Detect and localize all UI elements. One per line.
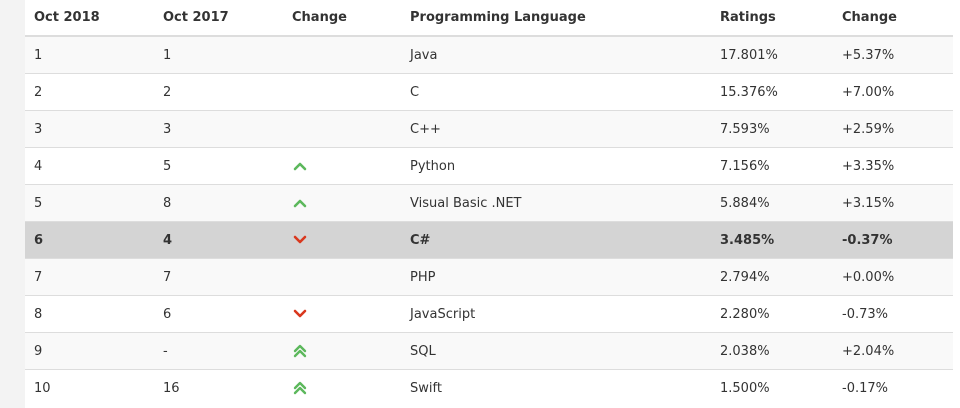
table-row: 6 4 C# 3.485% -0.37% bbox=[25, 221, 953, 259]
trend-cell bbox=[283, 258, 401, 296]
table-row: 8 6 JavaScript 2.280% -0.73% bbox=[25, 295, 953, 333]
rank-2018-cell: 4 bbox=[25, 147, 154, 185]
chevron-down-icon bbox=[292, 309, 401, 319]
change-cell: +0.00% bbox=[833, 258, 953, 296]
tiobe-index-table: Oct 2018 Oct 2017 Change Programming Lan… bbox=[25, 0, 953, 406]
rank-2017-cell: 16 bbox=[154, 369, 283, 406]
rank-2017-cell: 6 bbox=[154, 295, 283, 333]
change-cell: +5.37% bbox=[833, 35, 953, 74]
trend-cell bbox=[283, 73, 401, 111]
chevron-up-icon bbox=[292, 161, 401, 171]
rating-cell: 2.280% bbox=[711, 295, 833, 333]
table-row: 3 3 C++ 7.593% +2.59% bbox=[25, 110, 953, 148]
double-chevron-up-icon bbox=[292, 344, 401, 358]
table-row: 9- SQL 2.038% +2.04% bbox=[25, 332, 953, 370]
rating-cell: 2.038% bbox=[711, 332, 833, 370]
table-header-row: Oct 2018 Oct 2017 Change Programming Lan… bbox=[25, 0, 953, 37]
table-row: 5 8 Visual Basic .NET 5.884% +3.15% bbox=[25, 184, 953, 222]
header-ratings: Ratings bbox=[711, 0, 833, 37]
change-cell: +2.59% bbox=[833, 110, 953, 148]
left-margin-strip bbox=[0, 0, 25, 408]
rating-cell: 17.801% bbox=[711, 35, 833, 74]
language-cell: C bbox=[401, 73, 711, 111]
rank-2017-cell: - bbox=[154, 332, 283, 370]
table-row: 10 16 Swift 1.500% -0.17% bbox=[25, 369, 953, 406]
change-cell: +3.15% bbox=[833, 184, 953, 222]
table-row: 7 7 PHP 2.794% +0.00% bbox=[25, 258, 953, 296]
rank-2018-cell: 1 bbox=[25, 35, 154, 74]
rating-cell: 2.794% bbox=[711, 258, 833, 296]
language-cell: Python bbox=[401, 147, 711, 185]
rank-2017-cell: 3 bbox=[154, 110, 283, 148]
language-cell: C# bbox=[401, 221, 711, 259]
rank-2018-cell: 10 bbox=[25, 369, 154, 406]
header-change-value: Change bbox=[833, 0, 953, 37]
rating-cell: 15.376% bbox=[711, 73, 833, 111]
language-cell: JavaScript bbox=[401, 295, 711, 333]
change-cell: +3.35% bbox=[833, 147, 953, 185]
rank-2017-cell: 8 bbox=[154, 184, 283, 222]
language-cell: Java bbox=[401, 35, 711, 74]
table-row: 1 1 Java 17.801% +5.37% bbox=[25, 35, 953, 74]
rank-2017-cell: 2 bbox=[154, 73, 283, 111]
header-oct-2017: Oct 2017 bbox=[154, 0, 283, 37]
change-cell: +2.04% bbox=[833, 332, 953, 370]
chevron-down-icon bbox=[292, 235, 401, 245]
trend-cell bbox=[283, 369, 401, 406]
trend-cell bbox=[283, 110, 401, 148]
table-body: 1 1 Java 17.801% +5.37% 2 2 C 15.376% +7.00% 3 3 C++… bbox=[25, 35, 953, 406]
language-cell: SQL bbox=[401, 332, 711, 370]
page: Oct 2018 Oct 2017 Change Programming Lan… bbox=[0, 0, 960, 408]
header-oct-2018: Oct 2018 bbox=[25, 0, 154, 37]
double-chevron-up-icon bbox=[292, 381, 401, 395]
header-programming-language: Programming Language bbox=[401, 0, 711, 37]
change-cell: -0.73% bbox=[833, 295, 953, 333]
trend-cell bbox=[283, 332, 401, 370]
language-cell: C++ bbox=[401, 110, 711, 148]
chevron-up-icon bbox=[292, 198, 401, 208]
rating-cell: 5.884% bbox=[711, 184, 833, 222]
rating-cell: 7.156% bbox=[711, 147, 833, 185]
rank-2017-cell: 4 bbox=[154, 221, 283, 259]
change-cell: +7.00% bbox=[833, 73, 953, 111]
language-cell: Visual Basic .NET bbox=[401, 184, 711, 222]
trend-cell bbox=[283, 184, 401, 222]
trend-cell bbox=[283, 35, 401, 74]
rating-cell: 1.500% bbox=[711, 369, 833, 406]
table-row: 4 5 Python 7.156% +3.35% bbox=[25, 147, 953, 185]
rank-2017-cell: 1 bbox=[154, 35, 283, 74]
rank-2018-cell: 2 bbox=[25, 73, 154, 111]
table-row: 2 2 C 15.376% +7.00% bbox=[25, 73, 953, 111]
rank-2018-cell: 9 bbox=[25, 332, 154, 370]
rating-cell: 3.485% bbox=[711, 221, 833, 259]
rank-2017-cell: 7 bbox=[154, 258, 283, 296]
rank-2017-cell: 5 bbox=[154, 147, 283, 185]
trend-cell bbox=[283, 221, 401, 259]
change-cell: -0.17% bbox=[833, 369, 953, 406]
rank-2018-cell: 3 bbox=[25, 110, 154, 148]
rank-2018-cell: 8 bbox=[25, 295, 154, 333]
trend-cell bbox=[283, 147, 401, 185]
rank-2018-cell: 5 bbox=[25, 184, 154, 222]
trend-cell bbox=[283, 295, 401, 333]
rank-2018-cell: 7 bbox=[25, 258, 154, 296]
rating-cell: 7.593% bbox=[711, 110, 833, 148]
language-cell: Swift bbox=[401, 369, 711, 406]
language-cell: PHP bbox=[401, 258, 711, 296]
rank-2018-cell: 6 bbox=[25, 221, 154, 259]
change-cell: -0.37% bbox=[833, 221, 953, 259]
header-change-trend: Change bbox=[283, 0, 401, 37]
